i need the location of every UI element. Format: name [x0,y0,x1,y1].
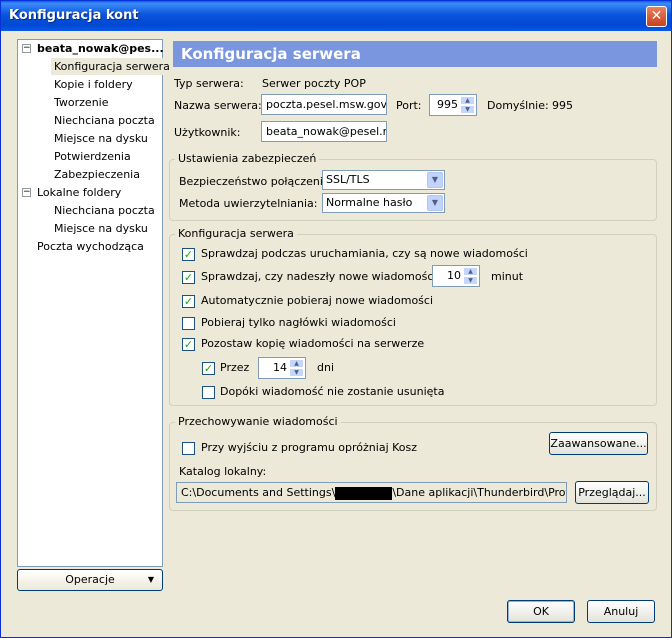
redacted-block [335,486,393,500]
auto-download-checkbox[interactable]: ✓ [182,295,195,308]
keep-for-label[interactable]: Przez [220,361,249,374]
connection-security-select[interactable]: SSL/TLS ▼ [322,170,445,190]
tree-local-folders[interactable]: Lokalne foldery [37,184,121,201]
check-startup-checkbox[interactable]: ✓ [182,248,195,261]
auth-method-select[interactable]: Normalne hasło ▼ [322,193,445,213]
server-settings-legend: Konfiguracja serwera [175,227,297,240]
tree-item-disk-space[interactable]: Miejsce na dysku [54,130,148,147]
keep-for-down-icon[interactable]: ▼ [289,368,304,377]
operations-button[interactable]: Operacje ▼ [17,569,163,591]
check-every-unit: minut [491,270,524,283]
browse-button[interactable]: Przeglądaj... [575,481,649,504]
check-every-stepper[interactable]: 10 ▲ ▼ [432,265,480,287]
panel-title: Konfiguracja serwera [173,41,657,67]
close-icon: ✕ [650,8,663,24]
tree-item-junk[interactable]: Niechciana poczta [54,112,155,129]
server-name-value: poczta.pesel.msw.gov.pl [266,98,387,111]
tree-item-local-junk[interactable]: Niechciana poczta [54,202,155,219]
chevron-down-icon: ▼ [427,172,443,188]
port-down-icon[interactable]: ▼ [460,105,475,114]
ok-button[interactable]: OK [507,600,575,623]
cancel-button[interactable]: Anuluj [587,600,655,623]
port-stepper[interactable]: 995 ▲ ▼ [429,94,477,116]
server-type-value: Serwer poczty POP [262,77,366,90]
local-directory-prefix: C:\Documents and Settings\ [181,486,336,499]
server-name-label: Nazwa serwera: [174,99,262,112]
dropdown-arrow-icon: ▼ [147,575,154,584]
close-button[interactable]: ✕ [646,6,667,27]
tree-item-copies-folders[interactable]: Kopie i foldery [54,76,133,93]
local-directory-label: Katalog lokalny: [179,465,267,478]
empty-trash-label[interactable]: Przy wyjściu z programu opróżniaj Kosz [201,441,417,454]
keep-for-stepper[interactable]: 14 ▲ ▼ [258,357,306,379]
port-label: Port: [396,99,422,112]
account-tree: − beata_nowak@pes... Konfiguracja serwer… [17,39,173,567]
server-type-label: Typ serwera: [174,77,244,90]
keep-for-checkbox[interactable]: ✓ [202,362,215,375]
tree-outgoing-server[interactable]: Poczta wychodząca [37,238,144,255]
chevron-down-icon: ▼ [427,195,443,211]
check-every-up-icon[interactable]: ▲ [463,267,478,276]
operations-label: Operacje [65,573,115,586]
cancel-label: Anuluj [603,605,639,618]
window-title: Konfiguracja kont [9,8,139,23]
port-value: 995 [437,98,458,111]
user-label: Użytkownik: [174,126,241,139]
auth-method-label: Metoda uwierzytelniania: [179,197,318,210]
headers-only-checkbox[interactable] [182,317,195,330]
check-every-down-icon[interactable]: ▼ [463,276,478,285]
leave-copies-checkbox[interactable]: ✓ [182,338,195,351]
collapse-local-icon[interactable]: − [22,188,31,197]
local-directory-suffix: \Dane aplikacji\Thunderbird\Profiles\jcg… [392,486,567,499]
check-every-value: 10 [447,269,461,282]
account-settings-window: Konfiguracja kont ✕ − beata_nowak@pes...… [0,0,672,638]
title-bar[interactable]: Konfiguracja kont ✕ [1,1,671,31]
default-port-label: Domyślnie: [487,99,549,112]
local-directory-input[interactable]: C:\Documents and Settings\ \Dane aplikacj… [176,482,567,503]
tree-item-local-disk[interactable]: Miejsce na dysku [54,220,148,237]
auto-download-label[interactable]: Automatycznie pobieraj nowe wiadomości [201,294,433,307]
server-name-input[interactable]: poczta.pesel.msw.gov.pl [261,94,387,115]
browse-label: Przeglądaj... [578,486,646,499]
tree-item-receipts[interactable]: Potwierdzenia [54,148,131,165]
user-value: beata_nowak@pesel.msw.gov.pl [266,125,386,138]
port-up-icon[interactable]: ▲ [460,96,475,105]
check-every-checkbox[interactable]: ✓ [182,271,195,284]
headers-only-label[interactable]: Pobieraj tylko nagłówki wiadomości [201,316,396,329]
keep-for-unit: dni [317,361,335,374]
auth-method-value: Normalne hasło [326,196,413,209]
user-input[interactable]: beata_nowak@pesel.msw.gov.pl [261,121,387,142]
advanced-button[interactable]: Zaawansowane... [549,432,648,455]
tree-item-security[interactable]: Zabezpieczenia [54,166,140,183]
leave-copies-label[interactable]: Pozostaw kopię wiadomości na serwerze [201,337,424,350]
connection-security-value: SSL/TLS [326,173,370,186]
tree-account[interactable]: beata_nowak@pes... [37,40,164,57]
tree-item-server-settings[interactable]: Konfiguracja serwera [51,58,173,75]
ok-label: OK [533,605,549,618]
collapse-account-icon[interactable]: − [22,44,31,53]
default-port-value: 995 [552,99,573,112]
storage-legend: Przechowywanie wiadomości [175,415,341,428]
advanced-label: Zaawansowane... [550,437,647,450]
until-deleted-label[interactable]: Dopóki wiadomość nie zostanie usunięta [220,385,444,398]
until-deleted-checkbox[interactable] [202,386,215,399]
security-legend: Ustawienia zabezpieczeń [175,152,320,165]
tree-item-composition[interactable]: Tworzenie [54,94,108,111]
connection-security-label: Bezpieczeństwo połączenia: [179,175,334,188]
keep-for-up-icon[interactable]: ▲ [289,359,304,368]
check-startup-label[interactable]: Sprawdzaj podczas uruchamiania, czy są n… [201,247,528,260]
check-every-label[interactable]: Sprawdzaj, czy nadeszły nowe wiadomości … [201,270,453,283]
empty-trash-checkbox[interactable] [182,442,195,455]
keep-for-value: 14 [273,361,287,374]
